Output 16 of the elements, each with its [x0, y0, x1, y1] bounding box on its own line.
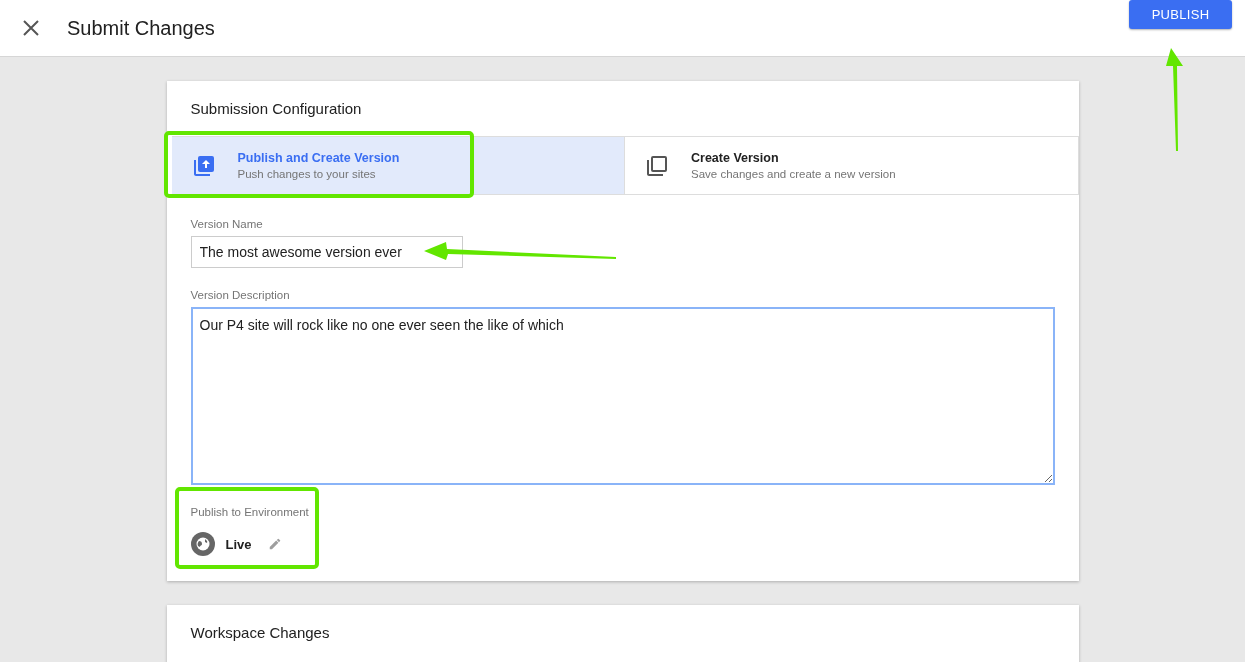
- card-title: Workspace Changes: [189, 623, 331, 643]
- field-label: Version Description: [190, 289, 291, 301]
- close-icon[interactable]: [22, 19, 40, 37]
- card-title: Submission Configuration: [189, 99, 363, 119]
- version-name-field[interactable]: The most awesome version ever: [190, 236, 463, 268]
- stacked-squares-icon: [645, 153, 669, 178]
- publish-button[interactable]: PUBLISH: [1129, 0, 1232, 29]
- upload-stack-icon: [191, 153, 216, 178]
- field-label: Publish to Environment: [190, 506, 310, 518]
- option-tile[interactable]: Publish and Create Version Push changes to your sites: [171, 137, 625, 194]
- globe-icon: [190, 532, 215, 556]
- version-description-field[interactable]: Our P4 site will rock like no one ever seen the like of which: [190, 307, 1055, 485]
- page-title: Submit Changes: [67, 16, 215, 40]
- environment-name: Live: [225, 536, 252, 552]
- pencil-icon[interactable]: [267, 537, 282, 551]
- field-label: Version Name: [190, 218, 264, 230]
